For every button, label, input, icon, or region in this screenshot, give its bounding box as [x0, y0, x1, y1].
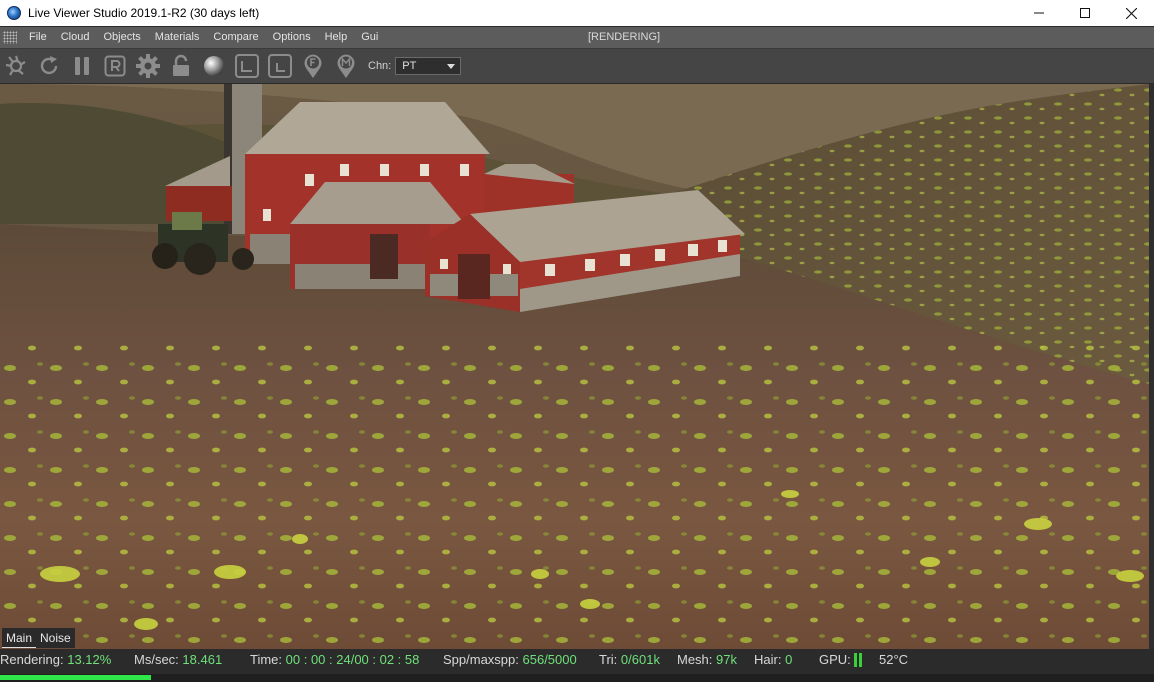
lock-button[interactable]	[167, 52, 195, 80]
menu-materials[interactable]: Materials	[148, 27, 207, 48]
region-small-button[interactable]	[266, 52, 294, 80]
menu-file[interactable]: File	[22, 27, 54, 48]
gpu-temperature: 52°C	[879, 652, 909, 667]
render-r-button[interactable]	[101, 52, 129, 80]
material-pin-button[interactable]	[332, 52, 360, 80]
app-logo-icon	[7, 6, 21, 20]
hair-stat: Hair: 0	[754, 652, 792, 667]
pause-icon	[75, 57, 89, 75]
maximize-icon	[1080, 8, 1090, 18]
mssec-stat: Ms/sec: 18.461	[134, 652, 222, 667]
time-label: Time:	[250, 652, 283, 667]
aperture-button[interactable]	[2, 52, 30, 80]
title-bar: Live Viewer Studio 2019.1-R2 (30 days le…	[0, 0, 1154, 26]
viewport-tabs: Main Noise	[2, 628, 75, 648]
window-title: Live Viewer Studio 2019.1-R2 (30 days le…	[28, 6, 260, 20]
window-controls	[1016, 0, 1154, 26]
progress-track	[0, 674, 1154, 682]
menu-grip-icon[interactable]	[3, 31, 17, 44]
refresh-button[interactable]	[35, 52, 63, 80]
tab-noise[interactable]: Noise	[36, 628, 75, 648]
chevron-down-icon	[447, 64, 456, 69]
settings-button[interactable]	[134, 52, 162, 80]
gpu-label: GPU:	[819, 652, 851, 667]
channel-select[interactable]: PT	[395, 57, 462, 75]
viewport-scroll-edge	[1149, 84, 1154, 649]
minimize-button[interactable]	[1016, 0, 1062, 26]
close-icon	[1125, 7, 1137, 19]
region-button[interactable]	[233, 52, 261, 80]
time-stat: Time: 00 : 00 : 24/00 : 02 : 58	[250, 652, 419, 667]
hair-value: 0	[785, 652, 793, 667]
focus-pin-icon	[304, 54, 322, 78]
toolbar: Chn: PT	[0, 48, 1154, 83]
gear-icon	[136, 54, 160, 78]
render-status: [RENDERING]	[588, 31, 661, 43]
focus-pin-button[interactable]	[299, 52, 327, 80]
mesh-label: Mesh:	[677, 652, 713, 667]
mesh-stat: Mesh: 97k	[677, 652, 737, 667]
hair-label: Hair:	[754, 652, 782, 667]
r-icon	[104, 55, 126, 77]
aperture-icon	[5, 55, 26, 76]
gpu-stat: GPU:	[819, 652, 864, 668]
menu-cloud[interactable]: Cloud	[54, 27, 97, 48]
tri-value: 0/601k	[620, 652, 660, 667]
material-pin-icon	[337, 54, 355, 78]
channel-value: PT	[402, 60, 417, 72]
maximize-button[interactable]	[1062, 0, 1108, 26]
status-bar: Rendering: 13.12% Ms/sec: 18.461 Time: 0…	[0, 649, 1154, 673]
time-value: 00 : 00 : 24/00 : 02 : 58	[285, 652, 420, 667]
tab-main[interactable]: Main	[2, 628, 37, 648]
channel-label: Chn:	[368, 60, 392, 72]
mesh-value: 97k	[716, 652, 737, 667]
spp-label: Spp/maxspp:	[443, 652, 519, 667]
tri-label: Tri:	[599, 652, 618, 667]
lock-icon	[173, 54, 189, 76]
mssec-label: Ms/sec:	[134, 652, 179, 667]
sphere-icon	[204, 56, 224, 76]
rendering-value: 13.12%	[67, 652, 112, 667]
menu-gui[interactable]: Gui	[354, 27, 385, 48]
pause-button[interactable]	[68, 52, 96, 80]
mssec-value: 18.461	[182, 652, 223, 667]
rendering-label: Rendering:	[0, 652, 64, 667]
tri-stat: Tri: 0/601k	[599, 652, 660, 667]
menu-help[interactable]: Help	[318, 27, 355, 48]
render-viewport[interactable]	[0, 84, 1149, 649]
region-icon	[235, 54, 259, 78]
rendered-farm-scene	[0, 84, 1149, 649]
render-progress-bar	[0, 675, 151, 680]
menu-objects[interactable]: Objects	[96, 27, 147, 48]
close-button[interactable]	[1108, 0, 1154, 26]
region-small-icon	[268, 54, 292, 78]
gpu-usage-icon	[853, 652, 864, 667]
spp-stat: Spp/maxspp: 656/5000	[443, 652, 577, 667]
spp-value: 656/5000	[522, 652, 577, 667]
refresh-icon	[40, 56, 58, 75]
minimize-icon	[1034, 12, 1044, 14]
material-sphere-button[interactable]	[200, 52, 228, 80]
menu-options[interactable]: Options	[266, 27, 318, 48]
menu-bar: File Cloud Objects Materials Compare Opt…	[0, 27, 1154, 48]
menu-compare[interactable]: Compare	[206, 27, 265, 48]
rendering-stat: Rendering: 13.12%	[0, 652, 111, 667]
